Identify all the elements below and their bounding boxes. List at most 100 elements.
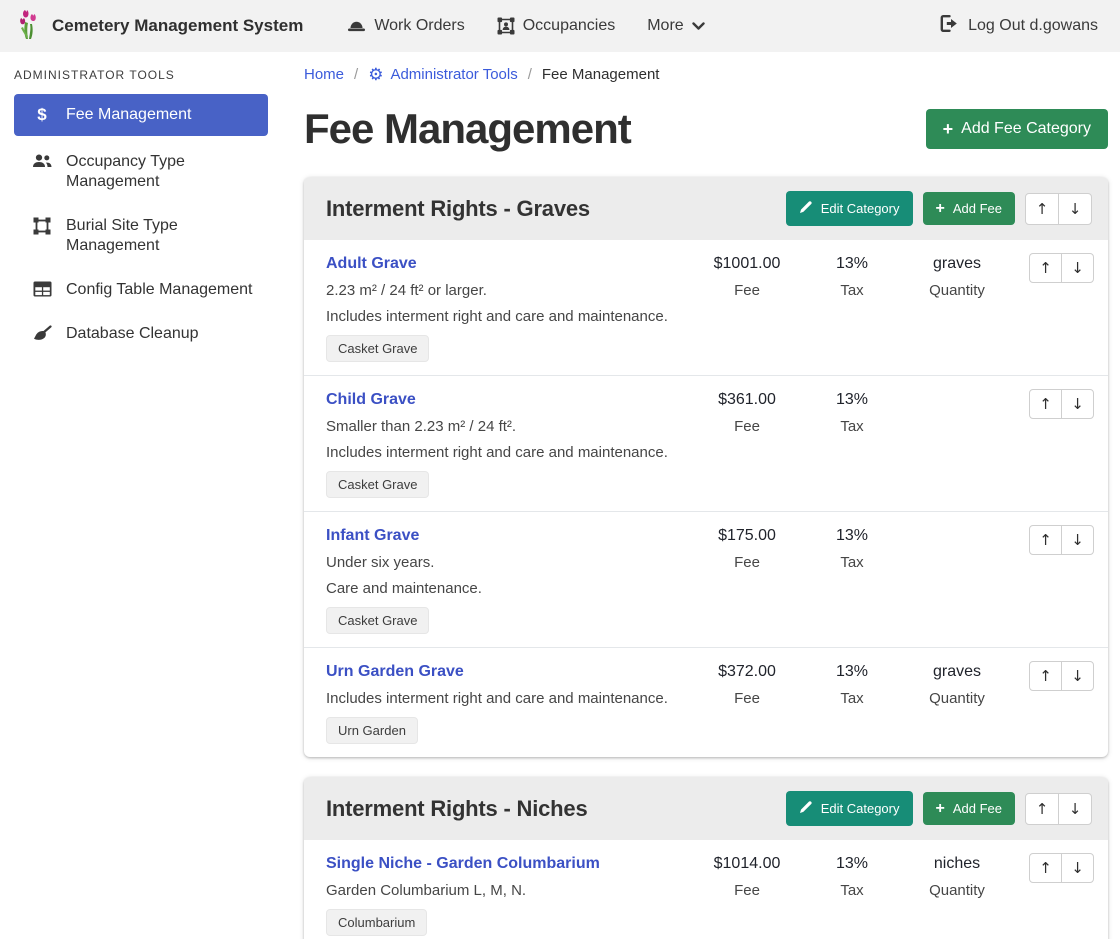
category-header: Interment Rights - Niches Edit Category … xyxy=(304,777,1108,840)
category-header: Interment Rights - Graves Edit Category … xyxy=(304,177,1108,240)
add-fee-category-button[interactable]: + Add Fee Category xyxy=(926,109,1108,149)
nav-more[interactable]: More xyxy=(631,9,720,43)
move-fee-up-button[interactable]: ↑ xyxy=(1029,389,1062,419)
fee-type-badge: Casket Grave xyxy=(326,471,429,498)
fee-tax-label: Tax xyxy=(802,554,902,571)
fee-info: Single Niche - Garden Columbarium Garden… xyxy=(326,853,692,936)
move-fee-down-button[interactable]: ↓ xyxy=(1061,253,1094,283)
fee-tax-label: Tax xyxy=(802,282,902,299)
edit-category-button[interactable]: Edit Category xyxy=(786,791,913,826)
move-category-up-button[interactable]: ↑ xyxy=(1025,193,1059,225)
fee-info: Child Grave Smaller than 2.23 m² / 24 ft… xyxy=(326,389,692,498)
sidebar-item-label: Burial Site Type Management xyxy=(66,216,256,256)
gear-icon: ⚙ xyxy=(368,66,383,83)
move-fee-up-button[interactable]: ↑ xyxy=(1029,661,1062,691)
fee-tax-cell: 13% Tax xyxy=(802,525,902,571)
nav-items: Work Orders Occupancies More xyxy=(331,9,720,43)
hard-hat-icon xyxy=(347,18,366,34)
fee-description: 2.23 m² / 24 ft² or larger. xyxy=(326,282,692,299)
fee-row-actions: ↑ ↓ xyxy=(1012,525,1094,555)
plus-icon: + xyxy=(936,802,945,816)
arrow-up-icon: ↑ xyxy=(1036,200,1049,218)
tulip-logo-icon xyxy=(18,8,42,45)
fee-info: Adult Grave 2.23 m² / 24 ft² or larger. … xyxy=(326,253,692,362)
fee-name-link[interactable]: Single Niche - Garden Columbarium xyxy=(326,855,600,873)
fee-name-link[interactable]: Child Grave xyxy=(326,391,416,409)
move-fee-up-button[interactable]: ↑ xyxy=(1029,253,1062,283)
sidebar-item-label: Occupancy Type Management xyxy=(66,152,256,192)
move-fee-up-button[interactable]: ↑ xyxy=(1029,525,1062,555)
fee-quantity-value: niches xyxy=(902,855,1012,873)
fee-tax-label: Tax xyxy=(802,882,902,899)
logout-button[interactable]: Log Out d.gowans xyxy=(936,7,1102,45)
move-fee-up-button[interactable]: ↑ xyxy=(1029,853,1062,883)
add-fee-label: Add Fee xyxy=(953,801,1002,816)
nav-occupancies[interactable]: Occupancies xyxy=(481,9,632,43)
fee-amount-cell: $1014.00 Fee xyxy=(692,853,802,899)
fee-name-link[interactable]: Urn Garden Grave xyxy=(326,663,464,681)
move-fee-down-button[interactable]: ↓ xyxy=(1061,389,1094,419)
fee-name-link[interactable]: Adult Grave xyxy=(326,255,417,273)
breadcrumb-home-link[interactable]: Home xyxy=(304,66,344,83)
arrow-up-icon: ↑ xyxy=(1039,259,1052,277)
fee-name-link[interactable]: Infant Grave xyxy=(326,527,419,545)
fee-quantity-label: Quantity xyxy=(902,690,1012,707)
fee-row-actions: ↑ ↓ xyxy=(1012,661,1094,691)
sidebar-item-database-cleanup[interactable]: Database Cleanup xyxy=(14,316,268,352)
table-icon xyxy=(32,281,52,297)
move-category-up-button[interactable]: ↑ xyxy=(1025,793,1059,825)
fee-description-secondary: Care and maintenance. xyxy=(326,580,692,597)
arrow-up-icon: ↑ xyxy=(1039,667,1052,685)
fee-info: Infant Grave Under six years. Care and m… xyxy=(326,525,692,634)
breadcrumb-separator: / xyxy=(354,66,358,83)
fee-type-badge: Casket Grave xyxy=(326,607,429,634)
logout-icon xyxy=(940,15,959,37)
category-title: Interment Rights - Niches xyxy=(326,796,587,822)
fee-amount-label: Fee xyxy=(692,418,802,435)
app-brand[interactable]: Cemetery Management System xyxy=(18,8,303,45)
fee-amount-cell: $361.00 Fee xyxy=(692,389,802,435)
sidebar-item-config-table-management[interactable]: Config Table Management xyxy=(14,272,268,308)
fee-row: Adult Grave 2.23 m² / 24 ft² or larger. … xyxy=(304,240,1108,375)
dollar-icon: $ xyxy=(32,106,52,124)
add-fee-button[interactable]: + Add Fee xyxy=(923,792,1016,825)
move-fee-down-button[interactable]: ↓ xyxy=(1061,661,1094,691)
page-title: Fee Management xyxy=(304,105,631,153)
fee-tax-value: 13% xyxy=(802,663,902,681)
move-category-down-button[interactable]: ↓ xyxy=(1058,193,1092,225)
fee-amount-label: Fee xyxy=(692,690,802,707)
breadcrumb: Home / ⚙ Administrator Tools / Fee Manag… xyxy=(304,66,1108,83)
main-content: Home / ⚙ Administrator Tools / Fee Manag… xyxy=(280,52,1120,939)
arrow-up-icon: ↑ xyxy=(1039,859,1052,877)
move-fee-down-button[interactable]: ↓ xyxy=(1061,853,1094,883)
fee-tax-cell: 13% Tax xyxy=(802,853,902,899)
move-category-down-button[interactable]: ↓ xyxy=(1058,793,1092,825)
vector-square-icon xyxy=(32,217,52,235)
top-navbar: Cemetery Management System Work Orders xyxy=(0,0,1120,52)
fee-quantity-value: graves xyxy=(902,255,1012,273)
move-fee-down-button[interactable]: ↓ xyxy=(1061,525,1094,555)
sidebar-item-occupancy-type-management[interactable]: Occupancy Type Management xyxy=(14,144,268,200)
fee-amount-value: $1014.00 xyxy=(692,855,802,873)
fee-row-actions: ↑ ↓ xyxy=(1012,853,1094,883)
fee-quantity-cell: niches Quantity xyxy=(902,853,1012,899)
add-fee-button[interactable]: + Add Fee xyxy=(923,192,1016,225)
arrow-down-icon: ↓ xyxy=(1069,200,1082,218)
arrow-down-icon: ↓ xyxy=(1071,531,1084,549)
nav-work-orders[interactable]: Work Orders xyxy=(331,9,480,43)
edit-category-button[interactable]: Edit Category xyxy=(786,191,913,226)
add-fee-category-label: Add Fee Category xyxy=(961,120,1091,138)
sidebar-item-label: Config Table Management xyxy=(66,280,253,300)
fee-row-actions: ↑ ↓ xyxy=(1012,389,1094,419)
broom-icon xyxy=(32,325,52,342)
sidebar-item-fee-management[interactable]: $ Fee Management xyxy=(14,94,268,136)
arrow-down-icon: ↓ xyxy=(1071,667,1084,685)
breadcrumb-admin-tools-link[interactable]: Administrator Tools xyxy=(390,66,517,83)
arrow-up-icon: ↑ xyxy=(1039,395,1052,413)
nav-occupancies-label: Occupancies xyxy=(523,17,616,35)
users-icon xyxy=(32,153,52,169)
fee-amount-value: $361.00 xyxy=(692,391,802,409)
edit-category-label: Edit Category xyxy=(821,801,900,816)
fee-tax-value: 13% xyxy=(802,855,902,873)
sidebar-item-burial-site-type-management[interactable]: Burial Site Type Management xyxy=(14,208,268,264)
